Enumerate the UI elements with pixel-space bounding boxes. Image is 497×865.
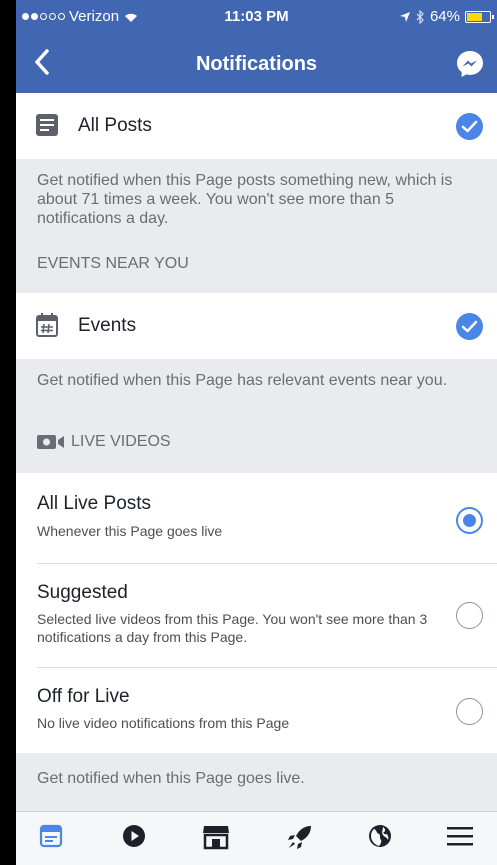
all-live-posts-radio[interactable] [456,507,483,534]
location-icon [399,11,410,22]
events-section-label: EVENTS NEAR YOU [37,255,189,272]
events-info: Get notified when this Page has relevant… [16,359,497,473]
events-check-icon[interactable] [456,313,483,340]
all-posts-row[interactable]: All Posts [16,93,497,159]
all-live-posts-subtitle: Whenever this Page goes live [37,523,223,539]
rocket-icon[interactable] [287,824,313,850]
page-title: Notifications [195,53,318,75]
tab-bar [16,811,497,865]
live-video-icon [37,435,64,449]
live-section-label: LIVE VIDEOS [71,433,171,450]
off-for-live-subtitle: No live video notifications from this Pa… [37,715,290,731]
bluetooth-icon [416,9,424,24]
live-section-header: LIVE VIDEOS [16,433,497,451]
calendar-icon [36,313,58,337]
events-row[interactable]: Events [16,293,497,359]
battery-percent: 64% [429,8,460,25]
globe-icon[interactable] [368,824,392,848]
events-description: Get notified when this Page has relevant… [37,372,448,389]
all-live-posts-title: All Live Posts [37,493,152,514]
off-for-live-radio[interactable] [456,698,483,725]
status-bar: Verizon 11:03 PM 64% [16,0,497,37]
suggested-option[interactable]: Suggested Selected live videos from this… [16,564,497,668]
all-live-posts-option[interactable]: All Live Posts Whenever this Page goes l… [16,473,497,564]
all-posts-info: Get notified when this Page posts someth… [16,159,497,293]
suggested-subtitle: Selected live videos from this Page. You… [37,611,428,645]
off-for-live-option[interactable]: Off for Live No live video notifications… [16,668,497,753]
all-posts-description: Get notified when this Page posts someth… [37,172,453,227]
video-icon[interactable] [122,824,146,848]
all-posts-label: All Posts [78,115,152,136]
events-section-header: EVENTS NEAR YOU [16,255,497,273]
live-footer: Get notified when this Page goes live. [37,770,305,787]
phone-screen: Verizon 11:03 PM 64% Notifications All P… [16,0,497,865]
marketplace-icon[interactable] [202,824,230,850]
messenger-icon[interactable] [455,49,485,79]
posts-icon [36,114,58,136]
suggested-radio[interactable] [456,602,483,629]
nav-bar: Notifications [16,37,497,93]
status-right: 64% [399,8,494,25]
menu-icon[interactable] [447,824,473,848]
all-posts-check-icon[interactable] [456,113,483,140]
news-feed-icon[interactable] [39,824,63,848]
off-for-live-title: Off for Live [37,686,130,707]
battery-icon [465,10,494,23]
events-label: Events [78,315,137,336]
suggested-title: Suggested [37,582,128,603]
